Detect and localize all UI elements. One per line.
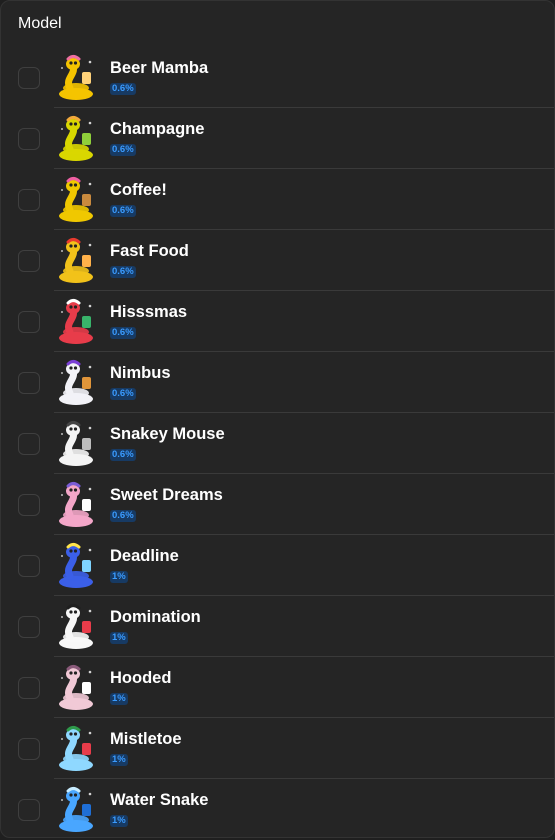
item-name: Snakey Mouse — [110, 425, 225, 443]
item-name: Sweet Dreams — [110, 486, 223, 504]
rarity-badge: 0.6% — [110, 510, 136, 522]
item-text: Beer Mamba 0.6% — [110, 58, 208, 96]
checkbox[interactable] — [18, 432, 40, 455]
checkbox[interactable] — [18, 66, 40, 89]
item-name: Coffee! — [110, 181, 167, 199]
checkbox[interactable] — [18, 615, 40, 638]
list-item[interactable]: Mistletoe 1% — [1, 718, 554, 779]
model-filter-panel: Model Beer Mamba 0.6% Champagne 0.6% Coffee!… — [0, 0, 555, 838]
checkbox[interactable] — [18, 737, 40, 760]
checkbox[interactable] — [18, 676, 40, 699]
item-text: Nimbus 0.6% — [110, 363, 171, 401]
checkbox[interactable] — [18, 554, 40, 577]
item-name: Hisssmas — [110, 303, 188, 321]
rarity-badge: 1% — [110, 693, 128, 705]
item-text: Hooded 1% — [110, 668, 171, 706]
rarity-badge: 0.6% — [110, 144, 136, 156]
list-item[interactable]: Water Snake 1% — [1, 779, 554, 837]
item-text: Snakey Mouse 0.6% — [110, 424, 225, 462]
item-name: Nimbus — [110, 364, 171, 382]
item-text: Mistletoe 1% — [110, 729, 182, 767]
list-item[interactable]: Deadline 1% — [1, 535, 554, 596]
rarity-badge: 0.6% — [110, 327, 136, 339]
list-item[interactable]: Coffee! 0.6% — [1, 169, 554, 230]
item-name: Mistletoe — [110, 730, 182, 748]
snakey-mouse-icon — [54, 420, 98, 468]
list-item[interactable]: Nimbus 0.6% — [1, 352, 554, 413]
item-text: Deadline 1% — [110, 546, 179, 584]
rarity-badge: 0.6% — [110, 449, 136, 461]
deadline-icon — [54, 542, 98, 590]
checkbox[interactable] — [18, 249, 40, 272]
list-item[interactable]: Champagne 0.6% — [1, 108, 554, 169]
item-name: Domination — [110, 608, 201, 626]
rarity-badge: 1% — [110, 754, 128, 766]
item-text: Water Snake 1% — [110, 790, 208, 828]
item-name: Fast Food — [110, 242, 189, 260]
checkbox[interactable] — [18, 371, 40, 394]
mistletoe-icon — [54, 725, 98, 773]
hooded-icon — [54, 664, 98, 712]
section-title: Model — [18, 15, 62, 32]
item-name: Beer Mamba — [110, 59, 209, 77]
checkbox[interactable] — [18, 798, 40, 821]
checkbox[interactable] — [18, 310, 40, 333]
water-snake-icon — [54, 786, 98, 834]
item-name: Champagne — [110, 120, 205, 138]
coffee-icon — [54, 176, 98, 224]
item-name: Hooded — [110, 669, 172, 687]
list-item[interactable]: Hisssmas 0.6% — [1, 291, 554, 352]
rarity-badge: 0.6% — [110, 83, 136, 95]
checkbox[interactable] — [18, 188, 40, 211]
list-item[interactable]: Domination 1% — [1, 596, 554, 657]
sweet-dreams-icon — [54, 481, 98, 529]
rarity-badge: 1% — [110, 632, 128, 644]
rarity-badge: 0.6% — [110, 388, 136, 400]
checkbox[interactable] — [18, 493, 40, 516]
champagne-icon — [54, 115, 98, 163]
fast-food-icon — [54, 237, 98, 285]
rarity-badge: 1% — [110, 815, 128, 827]
model-list: Beer Mamba 0.6% Champagne 0.6% Coffee! 0.6% Fa… — [1, 47, 554, 837]
beer-mamba-icon — [54, 54, 98, 102]
list-item[interactable]: Hooded 1% — [1, 657, 554, 718]
rarity-badge: 1% — [110, 571, 128, 583]
item-name: Deadline — [110, 547, 179, 565]
list-item[interactable]: Sweet Dreams 0.6% — [1, 474, 554, 535]
list-item[interactable]: Beer Mamba 0.6% — [1, 47, 554, 108]
checkbox[interactable] — [18, 127, 40, 150]
item-text: Champagne 0.6% — [110, 119, 204, 157]
hisssmas-icon — [54, 298, 98, 346]
item-text: Fast Food 0.6% — [110, 241, 189, 279]
rarity-badge: 0.6% — [110, 266, 136, 278]
domination-icon — [54, 603, 98, 651]
item-name: Water Snake — [110, 791, 209, 809]
rarity-badge: 0.6% — [110, 205, 136, 217]
nimbus-icon — [54, 359, 98, 407]
item-text: Domination 1% — [110, 607, 201, 645]
list-item[interactable]: Snakey Mouse 0.6% — [1, 413, 554, 474]
item-text: Coffee! 0.6% — [110, 180, 167, 218]
item-text: Sweet Dreams 0.6% — [110, 485, 223, 523]
list-item[interactable]: Fast Food 0.6% — [1, 230, 554, 291]
item-text: Hisssmas 0.6% — [110, 302, 187, 340]
